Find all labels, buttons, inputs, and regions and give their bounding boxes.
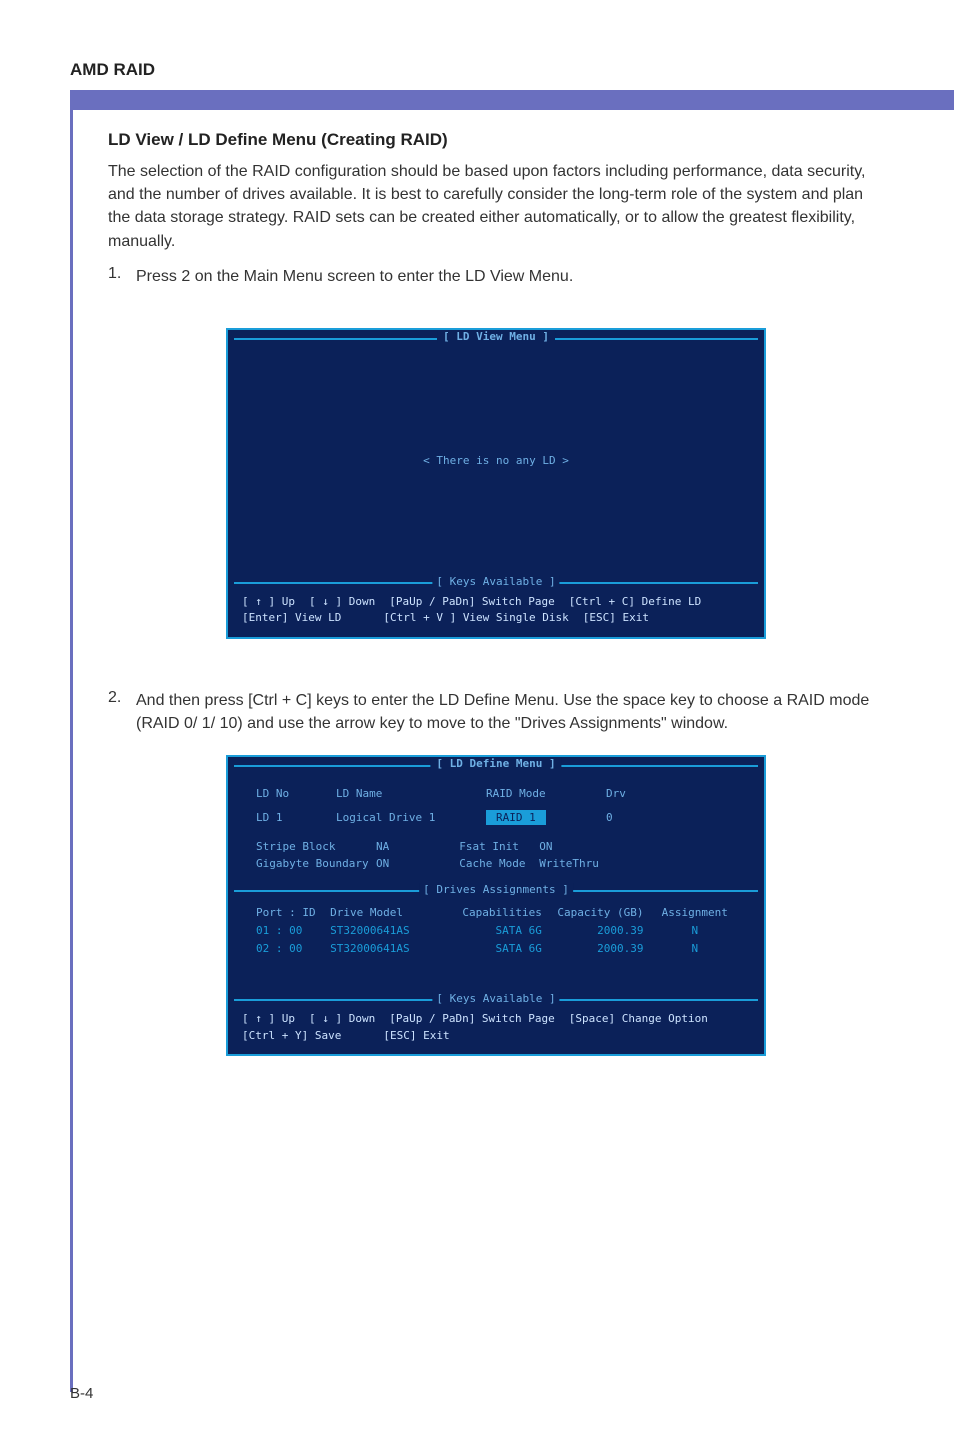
drive-capacity: 2000.39 [552,940,644,958]
step-text: Press 2 on the Main Menu screen to enter… [136,265,573,288]
page-number: B-4 [70,1385,93,1402]
key-save: [Ctrl + Y] Save [242,1028,341,1045]
ld-view-title: [ LD View Menu ] [437,330,555,343]
ld-define-title: [ LD Define Menu ] [430,757,561,770]
col-ld-no: LD No [256,787,336,800]
drive-row[interactable]: 02 : 00 ST32000641AS SATA 6G 2000.39 N [256,940,736,958]
drive-capacity: 2000.39 [552,922,644,940]
drive-cap: SATA 6G [450,922,542,940]
gb-boundary-label: Gigabyte Boundary [256,856,376,873]
drive-model: ST32000641AS [330,940,440,958]
drives-assignments-label: [ Drives Assignments ] [419,883,573,896]
key-down: [ ↓ ] Down [309,594,375,611]
key-esc: [ESC] Exit [583,610,649,627]
raid-mode-selected[interactable]: RAID 1 [486,810,546,825]
col-drive-model: Drive Model [330,904,440,922]
ld-view-empty-text: < There is no any LD > [423,454,569,467]
drive-assignment: N [654,940,737,958]
step-1: 1. Press 2 on the Main Menu screen to en… [108,265,884,288]
cache-mode-value: WriteThru [539,857,599,870]
col-capacity: Capacity (GB) [552,904,644,922]
ld-id: LD 1 [256,811,336,824]
drive-model: ST32000641AS [330,922,440,940]
ld-view-footer: [ ↑ ] Up [ ↓ ] Down [PaUp / PaDn] Switch… [228,590,764,637]
key-change-option: [Space] Change Option [569,1011,708,1028]
gb-boundary-value: ON [376,857,389,870]
stripe-block-value: NA [376,840,389,853]
drive-port: 02 : 00 [256,940,320,958]
ld-define-footer: [ ↑ ] Up [ ↓ ] Down [PaUp / PaDn] Switch… [228,1007,764,1054]
key-up: [ ↑ ] Up [242,1011,295,1028]
key-switch-page: [PaUp / PaDn] Switch Page [389,594,555,611]
keys-available-label: [ Keys Available ] [432,575,559,588]
key-down: [ ↓ ] Down [309,1011,375,1028]
ld-define-top-panel: LD No LD Name RAID Mode Drv LD 1 Logical… [228,773,764,884]
drive-cap: SATA 6G [450,940,542,958]
ld-define-screenshot: [ LD Define Menu ] LD No LD Name RAID Mo… [226,755,766,1056]
drive-port: 01 : 00 [256,922,320,940]
drives-table: Port : ID Drive Model Capabilities Capac… [228,898,764,993]
key-view-single: [Ctrl + V ] View Single Disk [383,610,568,627]
key-switch-page: [PaUp / PaDn] Switch Page [389,1011,555,1028]
drive-row[interactable]: 01 : 00 ST32000641AS SATA 6G 2000.39 N [256,922,736,940]
ld-view-body: < There is no any LD > [228,346,764,576]
key-esc: [ESC] Exit [383,1028,449,1045]
key-define-ld: [Ctrl + C] Define LD [569,594,701,611]
content-area: LD View / LD Define Menu (Creating RAID)… [70,90,914,1392]
col-drv: Drv [606,787,686,800]
col-ld-name: LD Name [336,787,486,800]
key-up: [ ↑ ] Up [242,594,295,611]
fast-init-label: Fsat Init [459,839,539,856]
ld-view-screenshot: [ LD View Menu ] < There is no any LD > … [226,328,766,639]
step-number: 1. [108,265,136,288]
ld-name-value: Logical Drive 1 [336,811,486,824]
col-port-id: Port : ID [256,904,320,922]
section-intro: The selection of the RAID configuration … [108,160,884,253]
col-raid-mode: RAID Mode [486,787,606,800]
step-number: 2. [108,689,136,735]
step-text: And then press [Ctrl + C] keys to enter … [136,689,884,735]
cache-mode-label: Cache Mode [459,856,539,873]
drive-assignment: N [654,922,737,940]
step-2: 2. And then press [Ctrl + C] keys to ent… [108,689,884,735]
col-capabilities: Capabilities [450,904,542,922]
section-title: LD View / LD Define Menu (Creating RAID) [108,130,884,150]
drv-value: 0 [606,811,686,824]
col-assignment: Assignment [654,904,737,922]
stripe-block-label: Stripe Block [256,839,376,856]
keys-available-label: [ Keys Available ] [432,992,559,1005]
fast-init-value: ON [539,840,552,853]
page-header-title: AMD RAID [70,60,884,80]
key-enter-view: [Enter] View LD [242,610,341,627]
